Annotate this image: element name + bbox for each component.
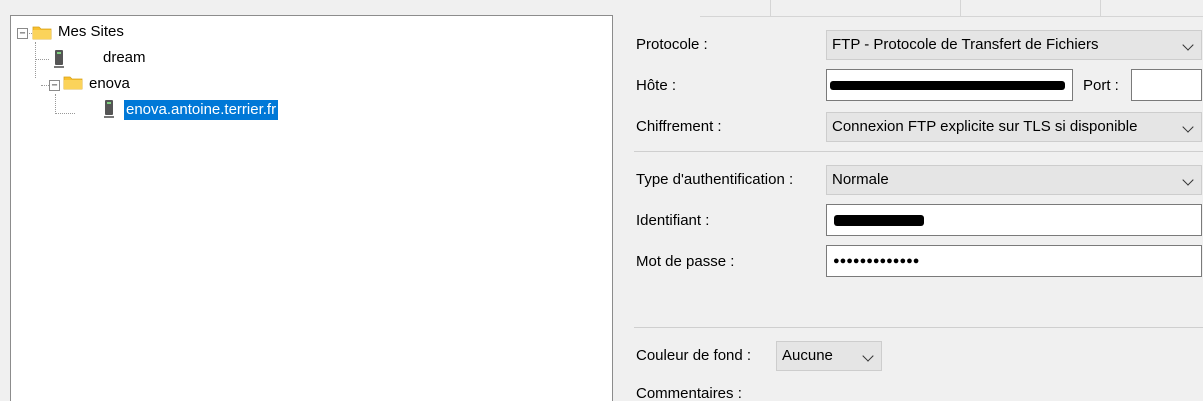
folder-icon: [32, 26, 52, 40]
chevron-down-icon: [1182, 121, 1194, 133]
encryption-value: Connexion FTP explicite sur TLS si dispo…: [832, 118, 1138, 135]
auth-type-value: Normale: [832, 171, 889, 188]
folder-icon: [63, 76, 83, 90]
port-input[interactable]: [1131, 69, 1202, 101]
username-input[interactable]: [826, 204, 1202, 236]
port-label: Port :: [1083, 77, 1119, 94]
redaction-mark: [830, 81, 1065, 90]
host-input[interactable]: [826, 69, 1073, 101]
chevron-down-icon: [1182, 39, 1194, 51]
chevron-down-icon: [1182, 174, 1194, 186]
username-label: Identifiant :: [636, 212, 710, 229]
tree-item-dream[interactable]: dream: [101, 48, 148, 68]
tree-item-mes-sites[interactable]: Mes Sites: [56, 22, 126, 42]
tree-collapse-root[interactable]: −: [17, 28, 28, 39]
tab[interactable]: [770, 0, 960, 17]
background-color-label: Couleur de fond :: [636, 347, 752, 364]
auth-type-select[interactable]: Normale: [826, 165, 1202, 195]
site-tree[interactable]: − Mes Sites dream − enova enova.antoine.…: [10, 15, 613, 401]
protocol-select[interactable]: FTP - Protocole de Transfert de Fichiers: [826, 30, 1202, 60]
protocol-label: Protocole :: [636, 36, 708, 53]
auth-type-label: Type d'authentification :: [636, 171, 794, 188]
password-value: ●●●●●●●●●●●●●: [833, 255, 920, 267]
server-icon: [104, 100, 114, 118]
tree-connector: [35, 42, 36, 78]
background-color-select[interactable]: Aucune: [776, 341, 882, 371]
tree-collapse-enova[interactable]: −: [49, 80, 60, 91]
tab[interactable]: [960, 0, 1100, 17]
tab-strip: [700, 0, 1203, 17]
section-divider: [634, 327, 1203, 328]
protocol-value: FTP - Protocole de Transfert de Fichiers: [832, 36, 1099, 53]
tab[interactable]: [1100, 0, 1203, 17]
chevron-down-icon: [862, 350, 874, 362]
background-color-value: Aucune: [782, 347, 833, 364]
encryption-select[interactable]: Connexion FTP explicite sur TLS si dispo…: [826, 112, 1202, 142]
redaction-mark: [834, 215, 924, 226]
tree-connector: [55, 113, 75, 114]
password-label: Mot de passe :: [636, 253, 735, 270]
password-input[interactable]: ●●●●●●●●●●●●●: [826, 245, 1202, 277]
encryption-label: Chiffrement :: [636, 118, 722, 135]
comments-label: Commentaires :: [636, 385, 742, 401]
server-icon: [54, 50, 64, 68]
host-label: Hôte :: [636, 77, 677, 94]
tree-connector: [55, 94, 56, 114]
tree-connector: [35, 59, 49, 60]
section-divider: [634, 151, 1203, 152]
tree-item-enova[interactable]: enova: [87, 74, 132, 94]
tree-item-enova-site[interactable]: enova.antoine.terrier.fr: [124, 100, 279, 120]
